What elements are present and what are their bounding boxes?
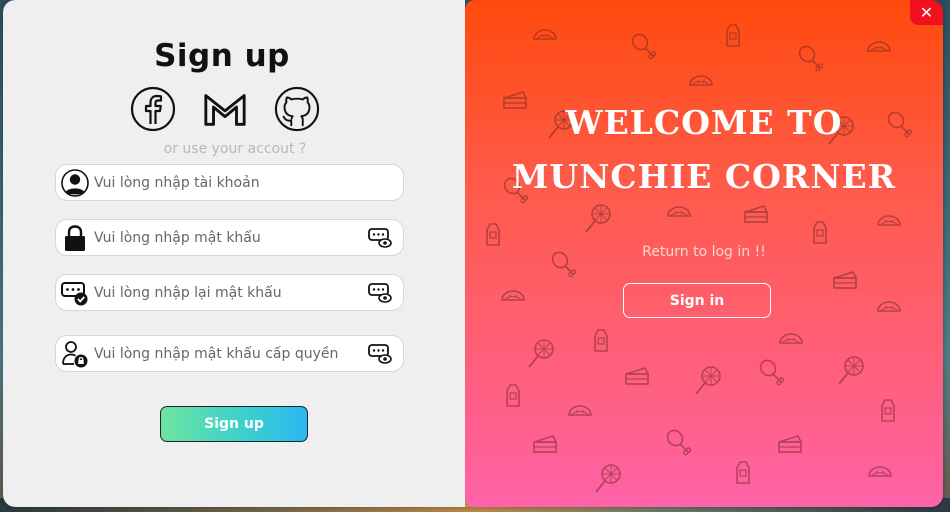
show-password-icon (368, 227, 392, 248)
welcome-panel: WELCOME TO MUNCHIE CORNER Return to log … (465, 0, 943, 507)
close-button[interactable]: ✕ (910, 0, 943, 25)
close-icon: ✕ (919, 3, 934, 22)
account-input[interactable] (94, 174, 403, 191)
signup-button[interactable]: Sign up (160, 406, 308, 442)
confirm-password-field[interactable] (55, 274, 404, 311)
return-to-login-text: Return to log in !! (642, 244, 766, 260)
show-confirm-password-toggle[interactable] (367, 280, 393, 306)
show-admin-password-toggle[interactable] (367, 341, 393, 367)
signup-window: Sign up or use your accout ? Vui lòng nh… (3, 0, 943, 507)
password-check-icon (60, 278, 90, 308)
show-password-toggle[interactable] (367, 225, 393, 251)
signin-button[interactable]: Sign in (623, 283, 771, 318)
show-password-icon (368, 343, 392, 364)
signup-title: Sign up (154, 38, 290, 74)
welcome-heading-line2: MUNCHIE CORNER (511, 157, 897, 196)
github-icon (274, 86, 320, 132)
show-password-icon (368, 282, 392, 303)
password-input[interactable] (94, 229, 367, 246)
confirm-password-input[interactable] (94, 284, 367, 301)
social-login-group (130, 86, 320, 132)
lock-icon (60, 223, 90, 253)
password-field[interactable] (55, 219, 404, 256)
github-login-button[interactable] (274, 86, 320, 132)
user-icon (60, 168, 90, 198)
user-lock-icon (60, 339, 90, 369)
signup-panel: Sign up or use your accout ? Vui lòng nh… (3, 0, 465, 507)
admin-password-field[interactable] (55, 335, 404, 372)
alternative-login-text: or use your accout ? (163, 141, 307, 157)
facebook-icon (130, 86, 176, 132)
admin-password-input[interactable] (94, 345, 367, 362)
gmail-icon (204, 94, 246, 126)
facebook-login-button[interactable] (130, 86, 176, 132)
account-field[interactable] (55, 164, 404, 201)
welcome-heading-line1: WELCOME TO (565, 103, 843, 142)
gmail-login-button[interactable] (202, 86, 248, 132)
